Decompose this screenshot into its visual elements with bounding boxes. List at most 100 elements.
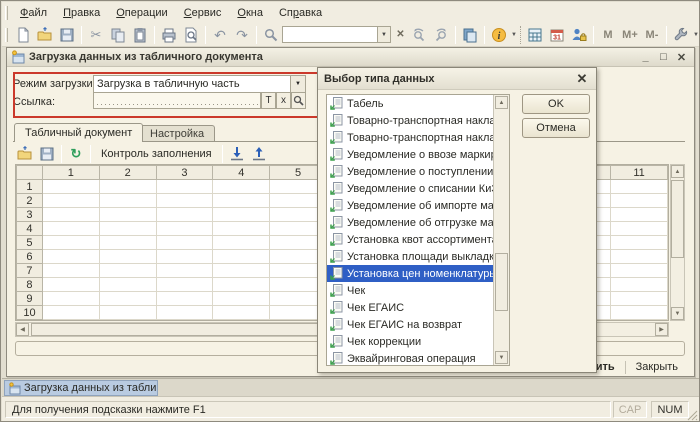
- type-list-item[interactable]: Товарно-транспортная наклад...: [327, 112, 494, 129]
- close-form-button[interactable]: Закрыть: [628, 360, 686, 374]
- grid-cell[interactable]: [155, 235, 214, 250]
- grid-cell[interactable]: [610, 207, 668, 222]
- type-list-item[interactable]: Уведомление о поступлении м...: [327, 163, 494, 180]
- calendar-button[interactable]: 31: [546, 25, 568, 45]
- grid-cell[interactable]: [98, 193, 157, 208]
- grid-cell[interactable]: [212, 291, 271, 306]
- grid-cell[interactable]: [98, 249, 157, 264]
- grid-cell[interactable]: [41, 291, 100, 306]
- type-list-item[interactable]: Уведомление об импорте мар...: [327, 197, 494, 214]
- menu-operations[interactable]: Операции: [108, 4, 175, 22]
- close-window-button[interactable]: ✕: [673, 50, 690, 65]
- ok-button[interactable]: OK: [522, 94, 590, 114]
- grid-cell[interactable]: [41, 249, 100, 264]
- scroll-left-button[interactable]: ◀: [16, 323, 29, 336]
- print-button[interactable]: [158, 25, 180, 45]
- find-previous-button[interactable]: [408, 25, 430, 45]
- scroll-down-button[interactable]: ▼: [671, 307, 684, 320]
- dialog-titlebar[interactable]: Выбор типа данных ✕: [318, 68, 596, 90]
- grid-row-header[interactable]: 4: [16, 221, 43, 236]
- tab-settings[interactable]: Настройка: [139, 125, 216, 141]
- grid-row-header[interactable]: 8: [16, 277, 43, 292]
- tools-button[interactable]: [670, 25, 692, 45]
- save-button[interactable]: [56, 25, 78, 45]
- grid-cell[interactable]: [98, 221, 157, 236]
- grid-cell[interactable]: [610, 221, 668, 236]
- grid-cell[interactable]: [41, 207, 100, 222]
- grid-cell[interactable]: [41, 179, 100, 194]
- taskbar-tab-load-data[interactable]: Загрузка данных из таблич...: [4, 380, 158, 396]
- vertical-scroll-thumb[interactable]: [671, 180, 684, 258]
- grid-cell[interactable]: [155, 249, 214, 264]
- type-list-item[interactable]: Чек: [327, 282, 494, 299]
- grid-cell[interactable]: [98, 235, 157, 250]
- type-list-item[interactable]: Табель: [327, 95, 494, 112]
- grid-cell[interactable]: [155, 179, 214, 194]
- type-list-item[interactable]: Чек ЕГАИС на возврат: [327, 316, 494, 333]
- grid-cell[interactable]: [155, 305, 214, 320]
- search-button[interactable]: [260, 25, 282, 45]
- menu-help[interactable]: Справка: [271, 4, 330, 22]
- grid-cell[interactable]: [610, 305, 668, 320]
- grid-cell[interactable]: [610, 291, 668, 306]
- grid-cell[interactable]: [98, 291, 157, 306]
- open-button[interactable]: [34, 25, 56, 45]
- menu-edit[interactable]: Правка: [55, 4, 108, 22]
- grid-column-header[interactable]: 4: [212, 165, 271, 180]
- grid-cell[interactable]: [212, 207, 271, 222]
- type-list-item[interactable]: Уведомление об отгрузке мар...: [327, 214, 494, 231]
- grid-row-header[interactable]: 2: [16, 193, 43, 208]
- type-list-item[interactable]: Чек коррекции: [327, 333, 494, 350]
- tools-dropdown-arrow[interactable]: ▼: [693, 32, 699, 38]
- open-file-button[interactable]: [14, 144, 36, 164]
- grid-row-header[interactable]: 3: [16, 207, 43, 222]
- undo-button[interactable]: ↶: [209, 25, 231, 45]
- grid-row-header[interactable]: 5: [16, 235, 43, 250]
- save-file-button[interactable]: [36, 144, 58, 164]
- list-scroll-down-button[interactable]: ▼: [495, 351, 508, 364]
- print-preview-button[interactable]: [180, 25, 202, 45]
- minimize-button[interactable]: _: [637, 50, 654, 65]
- copy-button[interactable]: [107, 25, 129, 45]
- tab-spreadsheet-document[interactable]: Табличный документ: [14, 123, 144, 142]
- grid-cell[interactable]: [155, 277, 214, 292]
- type-list-item[interactable]: Установка цен номенклатуры: [327, 265, 494, 282]
- fill-control-button[interactable]: Контроль заполнения: [94, 145, 219, 163]
- menu-file[interactable]: Файл: [12, 4, 55, 22]
- memory-subtract-button[interactable]: M-: [641, 25, 663, 45]
- grid-cell[interactable]: [212, 193, 271, 208]
- memory-button[interactable]: M: [597, 25, 619, 45]
- grid-column-header[interactable]: 3: [155, 165, 214, 180]
- redo-button[interactable]: ↷: [231, 25, 253, 45]
- list-scroll-up-button[interactable]: ▲: [495, 96, 508, 109]
- type-list-item[interactable]: Установка квот ассортимента: [327, 231, 494, 248]
- menu-grip[interactable]: [5, 5, 8, 20]
- list-vertical-scrollbar[interactable]: ▲ ▼: [493, 95, 509, 365]
- grid-cell[interactable]: [610, 179, 668, 194]
- menu-service[interactable]: Сервис: [176, 4, 230, 22]
- grid-column-header[interactable]: 1: [41, 165, 100, 180]
- grid-cell[interactable]: [610, 263, 668, 278]
- search-dropdown-button[interactable]: ▼: [378, 26, 391, 43]
- grid-cell[interactable]: [155, 207, 214, 222]
- grid-cell[interactable]: [98, 263, 157, 278]
- grid-cell[interactable]: [610, 193, 668, 208]
- grid-cell[interactable]: [98, 305, 157, 320]
- info-button[interactable]: i: [488, 25, 510, 45]
- grid-row-header[interactable]: 6: [16, 249, 43, 264]
- grid-row-header[interactable]: 10: [16, 305, 43, 320]
- dialog-close-button[interactable]: ✕: [574, 71, 590, 87]
- search-input[interactable]: [282, 26, 378, 43]
- grid-cell[interactable]: [155, 291, 214, 306]
- copy-special-button[interactable]: [459, 25, 481, 45]
- grid-cell[interactable]: [98, 207, 157, 222]
- maximize-button[interactable]: □: [655, 50, 672, 65]
- window-titlebar[interactable]: Загрузка данных из табличного документа …: [7, 48, 694, 67]
- grid-cell[interactable]: [155, 263, 214, 278]
- scroll-right-button[interactable]: ▶: [655, 323, 668, 336]
- grid-cell[interactable]: [610, 249, 668, 264]
- cancel-button[interactable]: Отмена: [522, 118, 590, 138]
- grid-cell[interactable]: [41, 263, 100, 278]
- grid-row-header[interactable]: 1: [16, 179, 43, 194]
- grid-column-header[interactable]: 11: [610, 165, 668, 180]
